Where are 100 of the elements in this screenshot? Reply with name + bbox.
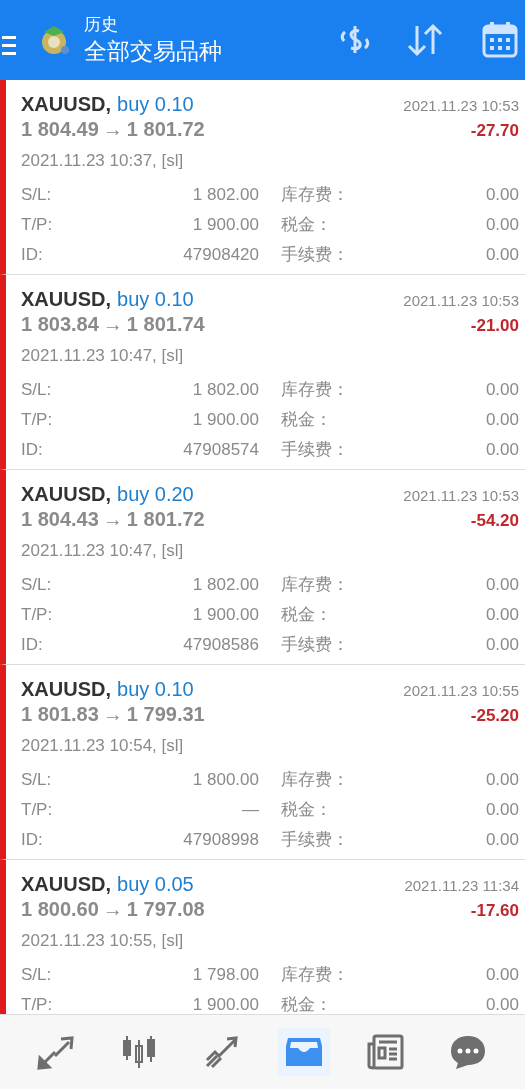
field-value: 1 900.00	[191, 214, 259, 237]
deal-symbol: XAUUSD,	[21, 287, 111, 311]
deal-profit: -27.70	[470, 120, 519, 142]
field-label: T/P:	[21, 214, 54, 237]
arrow-symbol: →	[102, 897, 123, 921]
field-value: 0.00	[484, 244, 519, 267]
field-label: 税金：	[281, 799, 333, 822]
field-value: 1 900.00	[191, 994, 259, 1014]
open-info: 2021.11.23 10:55, [sl]	[21, 930, 185, 952]
field-value: 1 798.00	[191, 964, 259, 987]
field-label: ID:	[21, 244, 44, 267]
arrow-symbol: →	[102, 312, 123, 336]
calendar-icon[interactable]	[481, 20, 519, 60]
field-value: 0.00	[484, 799, 519, 822]
field-label: 手续费：	[281, 829, 350, 852]
field-label: 库存费：	[281, 769, 350, 792]
field-label: 税金：	[281, 409, 333, 432]
deal-profit: -21.00	[470, 315, 519, 337]
field-label: S/L:	[21, 769, 53, 792]
field-label: 税金：	[281, 604, 333, 627]
field-label: T/P:	[21, 409, 54, 432]
nav-tab[interactable]	[277, 1028, 330, 1076]
arrow-symbol: →	[102, 702, 123, 726]
screen-title: 历史	[84, 14, 119, 36]
sort-arrows-icon[interactable]	[405, 22, 445, 58]
field-value: 0.00	[484, 409, 519, 432]
close-time: 2021.11.23 10:53	[403, 291, 519, 311]
field-value: 0.00	[484, 604, 519, 627]
open-price: 1 801.83	[21, 702, 99, 726]
deal-side: buy 0.10	[117, 677, 194, 701]
field-label: 库存费：	[281, 379, 350, 402]
deal-side: buy 0.10	[117, 92, 194, 116]
field-label: S/L:	[21, 574, 53, 597]
open-price: 1 800.60	[21, 897, 99, 921]
deal-symbol: XAUUSD,	[21, 872, 111, 896]
field-value: 47908574	[182, 439, 259, 462]
deal-card[interactable]: XAUUSD, buy 0.10 2021.11.23 10:55 1 801.83 → 1 799.31 -25.20 2021.11.23 10:54, [sl] S/L: 1 800.00 库存费： 0.00 T/P: — 税金： 0.00 ID: 47908998 手续费： 0.00	[0, 665, 525, 860]
close-time: 2021.11.23 11:34	[404, 876, 519, 896]
symbol-filter[interactable]: 全部交易品种	[84, 36, 222, 66]
field-value: 1 802.00	[191, 574, 259, 597]
open-info: 2021.11.23 10:37, [sl]	[21, 150, 185, 172]
field-value: 0.00	[484, 574, 519, 597]
deal-symbol: XAUUSD,	[21, 677, 111, 701]
field-label: ID:	[21, 439, 44, 462]
field-label: 库存费：	[281, 184, 350, 207]
deal-profit: -25.20	[470, 705, 519, 727]
deal-card[interactable]: XAUUSD, buy 0.10 2021.11.23 10:53 1 804.49 → 1 801.72 -27.70 2021.11.23 10:37, [sl] S/L: 1 802.00 库存费： 0.00 T/P: 1 900.00 税金： 0.00 ID: 47908420 手续费： 0.00	[0, 80, 525, 275]
close-price: 1 797.08	[126, 897, 205, 921]
close-time: 2021.11.23 10:55	[403, 681, 519, 701]
field-value: 1 800.00	[191, 769, 259, 792]
field-label: 税金：	[281, 994, 333, 1014]
field-value: 47908586	[182, 634, 259, 657]
field-label: ID:	[21, 634, 44, 657]
field-value: 0.00	[484, 829, 519, 852]
open-price: 1 804.43	[21, 507, 99, 531]
field-value: 1 900.00	[191, 409, 259, 432]
deal-symbol: XAUUSD,	[21, 92, 111, 116]
field-value: 0.00	[484, 214, 519, 237]
arrow-symbol: →	[102, 507, 123, 531]
field-value: 0.00	[484, 379, 519, 402]
close-time: 2021.11.23 10:53	[403, 96, 519, 116]
field-label: T/P:	[21, 604, 54, 627]
deal-side: buy 0.20	[117, 482, 194, 506]
field-value: 0.00	[484, 769, 519, 792]
field-label: S/L:	[21, 184, 53, 207]
arrow-symbol: →	[102, 117, 123, 141]
field-label: 手续费：	[281, 634, 350, 657]
deal-side: buy 0.10	[117, 287, 194, 311]
field-value: 1 900.00	[191, 604, 259, 627]
field-label: T/P:	[21, 994, 54, 1014]
open-info: 2021.11.23 10:47, [sl]	[21, 345, 185, 367]
field-value: 0.00	[484, 994, 519, 1014]
field-label: 手续费：	[281, 439, 350, 462]
field-value: 1 802.00	[191, 379, 259, 402]
deal-symbol: XAUUSD,	[21, 482, 111, 506]
field-value: 47908420	[182, 244, 259, 267]
field-value: 47908998	[182, 829, 259, 852]
menu-icon[interactable]	[2, 34, 16, 56]
close-price: 1 801.72	[126, 507, 205, 531]
field-value: 0.00	[484, 964, 519, 987]
deal-card[interactable]: XAUUSD, buy 0.10 2021.11.23 10:53 1 803.84 → 1 801.74 -21.00 2021.11.23 10:47, [sl] S/L: 1 802.00 库存费： 0.00 T/P: 1 900.00 税金： 0.00 ID: 47908574 手续费： 0.00	[0, 275, 525, 470]
field-value: 0.00	[484, 184, 519, 207]
close-price: 1 799.31	[126, 702, 205, 726]
field-label: 库存费：	[281, 964, 350, 987]
field-label: 税金：	[281, 214, 333, 237]
deal-side: buy 0.05	[117, 872, 194, 896]
field-label: T/P:	[21, 799, 54, 822]
deal-profit: -54.20	[470, 510, 519, 532]
open-info: 2021.11.23 10:47, [sl]	[21, 540, 185, 562]
close-time: 2021.11.23 10:53	[403, 486, 519, 506]
field-value: —	[241, 799, 259, 822]
deal-card[interactable]: XAUUSD, buy 0.20 2021.11.23 10:53 1 804.43 → 1 801.72 -54.20 2021.11.23 10:47, [sl] S/L: 1 802.00 库存费： 0.00 T/P: 1 900.00 税金： 0.00 ID: 47908586 手续费： 0.00	[0, 470, 525, 665]
close-price: 1 801.74	[126, 312, 205, 336]
open-price: 1 804.49	[21, 117, 99, 141]
open-info: 2021.11.23 10:54, [sl]	[21, 735, 185, 757]
close-price: 1 801.72	[126, 117, 205, 141]
deal-profit: -17.60	[470, 900, 519, 922]
field-value: 0.00	[484, 439, 519, 462]
field-label: S/L:	[21, 964, 53, 987]
field-label: S/L:	[21, 379, 53, 402]
